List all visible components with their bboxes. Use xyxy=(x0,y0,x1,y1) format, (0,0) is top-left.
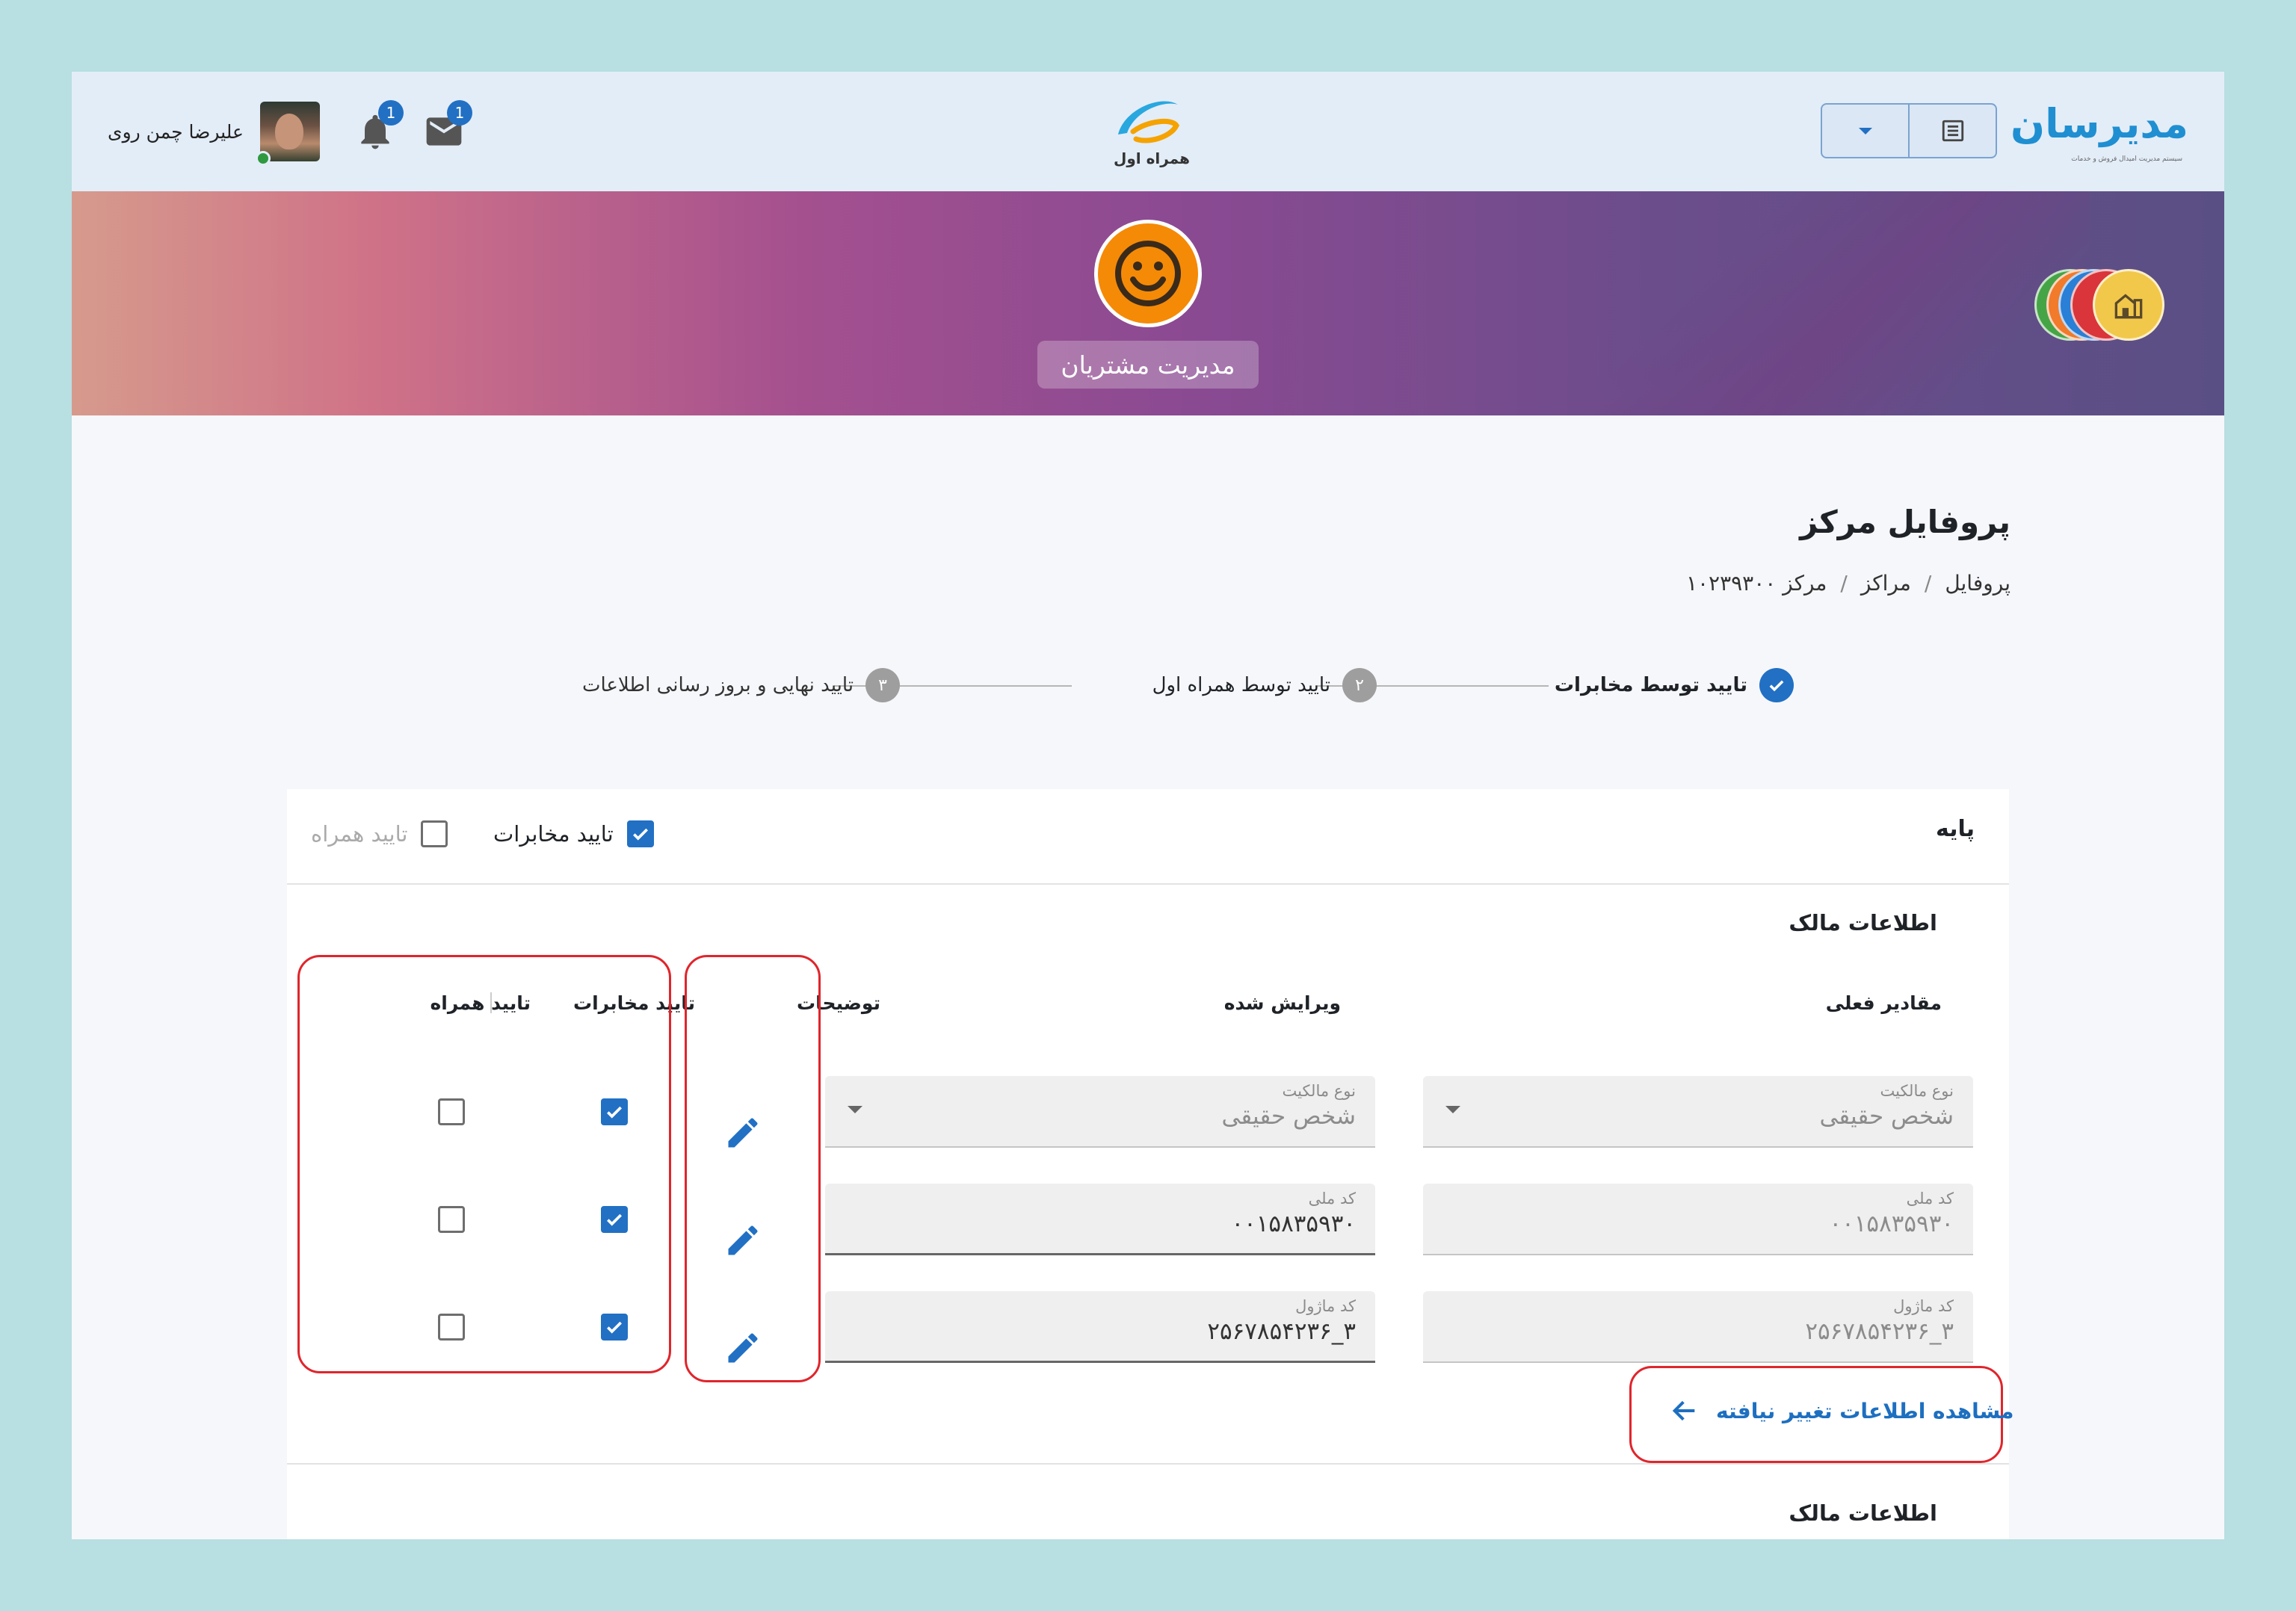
module-title: مدیریت مشتریان xyxy=(1037,341,1259,389)
dropdown-arrow-icon xyxy=(848,1106,862,1113)
field-value: ۳_۲۵۶۷۸۵۴۲۳۶ xyxy=(1805,1318,1954,1345)
field-value: ۰۰۱۵۸۳۵۹۳۰ xyxy=(1829,1210,1954,1237)
notifications-badge: 1 xyxy=(378,100,404,126)
banner-decoration xyxy=(1567,191,2090,415)
field-label: نوع مالکیت xyxy=(1880,1082,1954,1100)
notes-column-highlight xyxy=(685,955,821,1382)
check-circle-icon xyxy=(1759,668,1794,702)
notifications-button[interactable]: 1 xyxy=(354,100,404,152)
app-logo-text: مدیرسان xyxy=(2010,100,2188,147)
arrow-left-icon xyxy=(1672,1400,1695,1421)
online-status-dot xyxy=(255,151,271,166)
edited-module-code[interactable]: کد ماژول ۳_۲۵۶۷۸۵۴۲۳۶ xyxy=(825,1291,1375,1363)
view-dropdown-button[interactable] xyxy=(1822,105,1908,157)
current-national-id: کد ملی ۰۰۱۵۸۳۵۹۳۰ xyxy=(1423,1184,1973,1255)
field-label: نوع مالکیت xyxy=(1282,1082,1357,1100)
current-module-code: کد ماژول ۳_۲۵۶۷۸۵۴۲۳۶ xyxy=(1423,1291,1973,1363)
step-label: تایید توسط همراه اول xyxy=(1152,674,1330,696)
module-avatar xyxy=(1094,220,1202,327)
column-current: مقادیر فعلی xyxy=(1825,992,1942,1014)
header-mobile-approval[interactable]: تایید همراه xyxy=(311,820,448,847)
edited-ownership-type[interactable]: نوع مالکیت شخص حقیقی xyxy=(825,1076,1375,1148)
link-label: مشاهده اطلاعات تغییر نیافته xyxy=(1716,1398,2014,1423)
field-value: ۳_۲۵۶۷۸۵۴۲۳۶ xyxy=(1207,1318,1356,1345)
apps-switcher[interactable] xyxy=(2034,269,2169,344)
messages-badge: 1 xyxy=(447,100,472,126)
carrier-logo: همراه اول xyxy=(1103,88,1193,178)
top-bar: علیرضا چمن روی 1 1 همراه اول مدیرسان سیس… xyxy=(72,72,2224,191)
step-label: تایید توسط مخابرات xyxy=(1554,674,1747,696)
checkbox-checked-icon[interactable] xyxy=(626,820,654,847)
breadcrumb-item[interactable]: پروفایل xyxy=(1945,571,2010,596)
checkbox-label: تایید همراه xyxy=(311,821,408,847)
home-icon xyxy=(2093,269,2164,341)
field-label: کد ماژول xyxy=(1295,1297,1356,1315)
current-ownership-type: نوع مالکیت شخص حقیقی xyxy=(1423,1076,1973,1148)
checkbox-empty-icon[interactable] xyxy=(421,820,448,847)
next-owner-section-title: اطلاعات مالک xyxy=(1789,1500,1937,1526)
breadcrumb-item: مرکز ۱۰۲۳۹۳۰۰ xyxy=(1685,571,1827,596)
checkbox-label: تایید مخابرات xyxy=(493,821,614,847)
caret-down-icon xyxy=(1858,127,1872,134)
smiley-icon xyxy=(1115,241,1181,306)
step-number: ۲ xyxy=(1342,668,1377,702)
messages-button[interactable]: 1 xyxy=(423,100,472,152)
user-menu[interactable]: علیرضا چمن روی xyxy=(108,102,320,166)
dropdown-arrow-icon xyxy=(1445,1106,1460,1113)
view-unchanged-info-link[interactable]: مشاهده اطلاعات تغییر نیافته xyxy=(1670,1390,2014,1432)
carrier-logo-text: همراه اول xyxy=(1114,149,1190,167)
field-value: ۰۰۱۵۸۳۵۹۳۰ xyxy=(1231,1210,1356,1237)
avatar[interactable] xyxy=(255,102,320,166)
breadcrumb: پروفایل / مراکز / مرکز ۱۰۲۳۹۳۰۰ xyxy=(1686,571,2010,596)
breadcrumb-separator: / xyxy=(1840,571,1848,596)
field-label: کد ملی xyxy=(1906,1190,1954,1208)
field-value: شخص حقیقی xyxy=(1221,1103,1356,1130)
app-window: علیرضا چمن روی 1 1 همراه اول مدیرسان سیس… xyxy=(72,72,2224,1539)
page-title: پروفایل مرکز xyxy=(1800,504,2010,540)
section-label: پایه xyxy=(1936,816,1975,842)
app-logo-tagline: سیستم مدیریت امیدال فروش و خدمات xyxy=(2071,155,2182,163)
app-logo[interactable]: مدیرسان سیستم مدیریت امیدال فروش و خدمات xyxy=(2010,97,2188,166)
section-divider xyxy=(287,1463,2009,1465)
approval-columns-highlight xyxy=(297,955,671,1373)
step-number: ۳ xyxy=(865,668,900,702)
stepper-step-1: تایید توسط مخابرات xyxy=(1555,667,1794,704)
list-icon xyxy=(1942,120,1963,142)
card-header: پایه تایید مخابرات تایید همراه xyxy=(287,789,2009,885)
hero-banner: مدیریت مشتریان xyxy=(72,191,2224,415)
stepper-step-2: ۲ تایید توسط همراه اول xyxy=(1152,667,1377,704)
field-label: کد ملی xyxy=(1308,1190,1356,1208)
breadcrumb-separator: / xyxy=(1924,571,1932,596)
list-view-button[interactable] xyxy=(1908,105,1996,157)
field-label: کد ماژول xyxy=(1893,1297,1954,1315)
owner-section-title: اطلاعات مالک xyxy=(1789,910,1937,936)
view-toggle[interactable] xyxy=(1821,103,1997,158)
breadcrumb-item[interactable]: مراکز xyxy=(1861,571,1911,596)
edited-national-id[interactable]: کد ملی ۰۰۱۵۸۳۵۹۳۰ xyxy=(825,1184,1375,1255)
stepper-step-3: ۳ تایید نهایی و بروز رسانی اطلاعات xyxy=(582,667,900,704)
step-label: تایید نهایی و بروز رسانی اطلاعات xyxy=(581,674,854,696)
column-edited: ویرایش شده xyxy=(1223,992,1341,1014)
field-value: شخص حقیقی xyxy=(1819,1103,1954,1130)
user-name: علیرضا چمن روی xyxy=(108,120,244,143)
header-telecom-approval[interactable]: تایید مخابرات xyxy=(493,820,654,847)
